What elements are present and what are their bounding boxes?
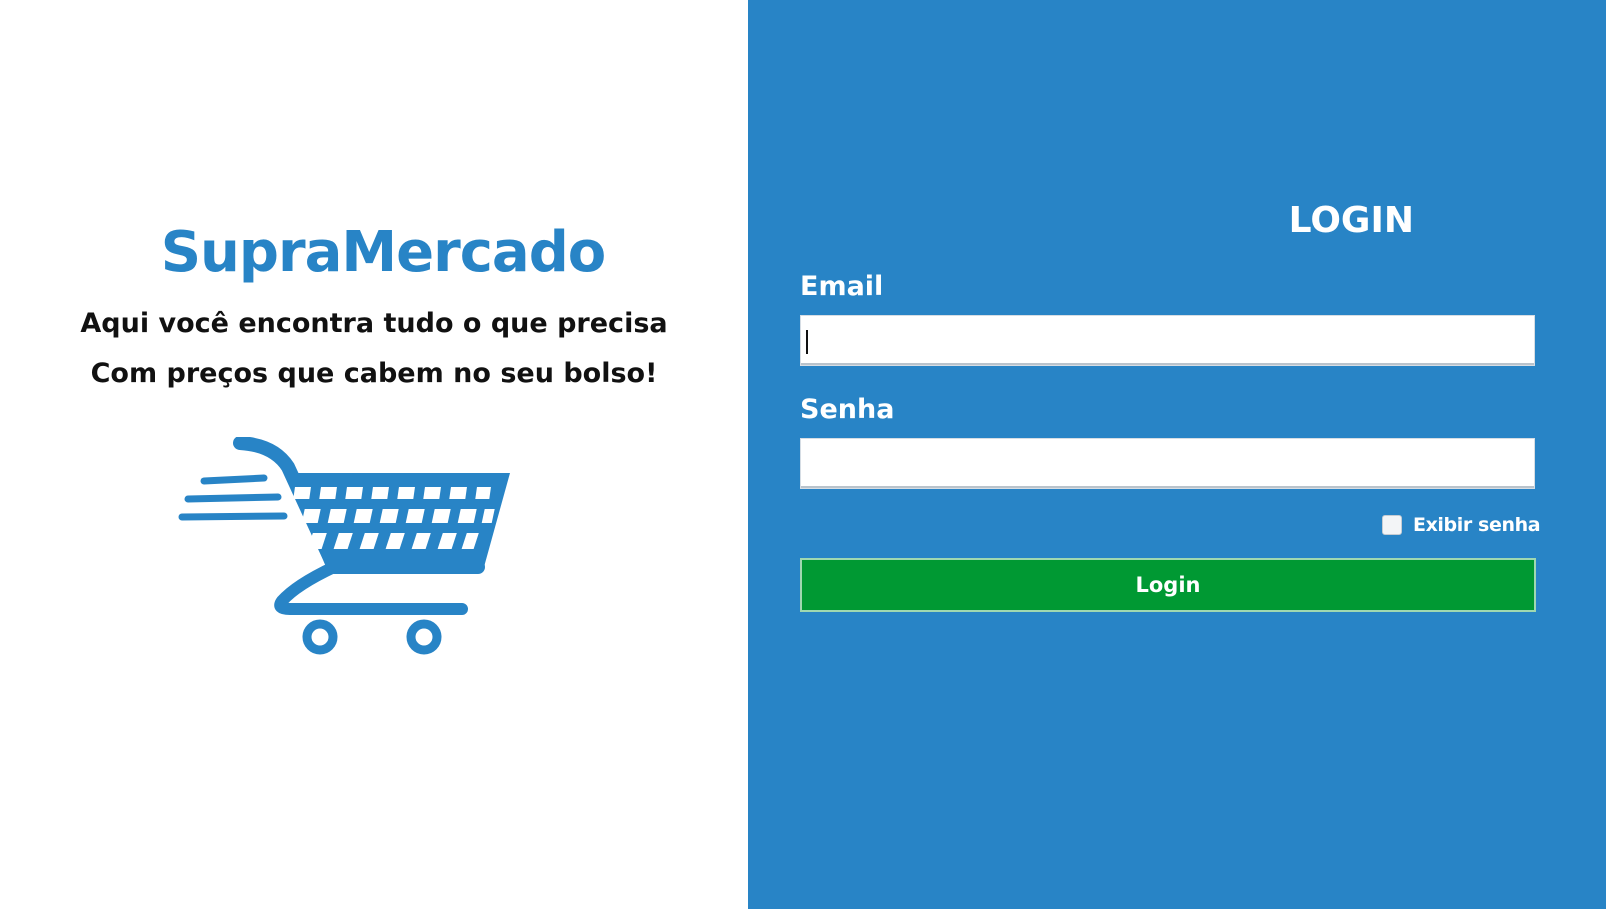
tagline-primary: Aqui você encontra tudo o que precisa [80, 308, 668, 339]
show-password-label: Exibir senha [1413, 514, 1541, 536]
shopping-cart-icon [178, 437, 510, 655]
show-password-checkbox[interactable] [1382, 515, 1402, 535]
tagline-secondary: Com preços que cabem no seu bolso! [90, 358, 658, 389]
login-screen: SupraMercado Aqui você encontra tudo o q… [0, 0, 1606, 909]
password-field[interactable] [800, 438, 1535, 489]
show-password-toggle[interactable]: Exibir senha [1382, 512, 1541, 538]
email-field[interactable] [800, 315, 1535, 366]
email-label: Email [800, 271, 884, 302]
login-title: LOGIN [1288, 200, 1414, 241]
brand-name: SupraMercado [160, 220, 607, 285]
login-panel: LOGIN Email Senha Exibir senha Login [748, 0, 1606, 909]
text-caret [806, 330, 808, 354]
password-label: Senha [800, 394, 895, 425]
login-button[interactable]: Login [800, 558, 1536, 612]
brand-panel: SupraMercado Aqui você encontra tudo o q… [0, 0, 748, 909]
